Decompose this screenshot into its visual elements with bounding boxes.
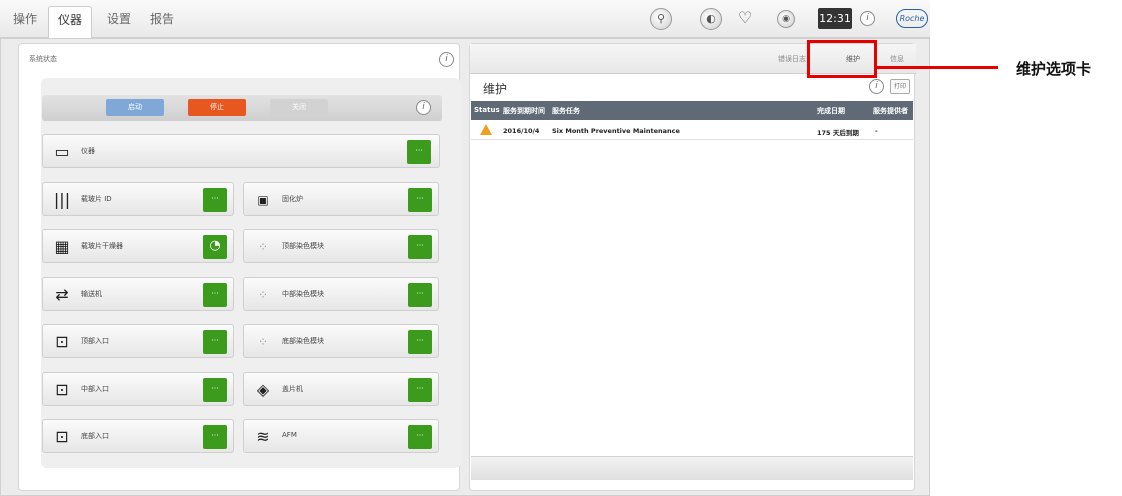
module-more-button[interactable]: ··· [408,425,432,449]
roche-logo: Roche [896,9,928,28]
clock-display: 12:31 [818,8,852,29]
info-icon[interactable]: i [869,79,884,94]
tile-label: 载玻片 ID [81,195,112,203]
tile-label: 底部入口 [81,432,109,440]
maintenance-tab-highlight [807,40,877,78]
col-completed[interactable]: 完成日期 [817,106,845,116]
tile-label: 顶部染色模块 [282,242,324,250]
table-header: Status 服务到期时间 服务任务 完成日期 服务提供者 [471,101,913,120]
cell-completed: 175 天后到期 [817,129,859,137]
module-more-button[interactable]: ··· [408,330,432,354]
warning-icon [480,124,492,135]
waves-icon: ≋ [256,427,270,446]
module-tile-bottom-stainer[interactable]: ⁘ 底部染色模块 ··· [243,324,439,358]
module-tile-oven[interactable]: ▣ 固化炉 ··· [243,182,439,216]
barcode-icon: ||| [53,190,71,209]
module-more-button[interactable]: ··· [203,283,227,307]
module-tile-top-inlet[interactable]: ⊡ 顶部入口 ··· [42,324,234,358]
start-button[interactable]: 启动 [106,99,164,116]
module-tile-conveyor[interactable]: ⇄ 输送机 ··· [42,277,234,311]
callout-label: 维护选项卡 [1016,60,1092,78]
layers-icon: ◈ [256,380,270,399]
globe-icon[interactable]: ◐ [700,8,722,30]
module-tile-slide-id[interactable]: ||| 载玻片 ID ··· [42,182,234,216]
stain-icon: ⁘ [257,288,269,302]
oven-icon: ▣ [257,193,269,207]
dryer-icon: ▦ [54,237,70,256]
tab-instrument[interactable]: 仪器 [48,6,92,38]
print-button[interactable]: 打印 [890,79,910,94]
module-more-button[interactable]: ··· [203,188,227,212]
table-row[interactable]: 2016/10/4 Six Month Preventive Maintenan… [471,121,913,140]
tile-label: 盖片机 [282,385,303,393]
tile-label: 底部染色模块 [282,337,324,345]
tab-error-log[interactable]: 错误日志 [778,54,806,64]
inlet-icon: ⊡ [55,427,69,446]
module-more-button[interactable]: ··· [408,235,432,259]
module-timer-button[interactable]: ◔ [203,235,227,259]
tile-label: 顶部入口 [81,337,109,345]
instrument-tile[interactable]: ▭ 仪器 ··· [42,134,440,168]
panel-title: 系统状态 [29,55,57,63]
col-provider[interactable]: 服务提供者 [873,106,908,116]
tile-label: 中部入口 [81,385,109,393]
stop-button[interactable]: 停止 [188,99,246,116]
col-due-time[interactable]: 服务到期时间 [503,106,545,116]
top-menu-bar: 操作 仪器 设置 报告 ⚲ ◐ ♡ ◉ 12:31 i Roche [0,0,930,38]
app-window: 操作 仪器 设置 报告 ⚲ ◐ ♡ ◉ 12:31 i Roche 系统状态 i… [0,0,1122,496]
cell-due-time: 2016/10/4 [503,127,540,135]
tab-info[interactable]: 信息 [890,54,904,64]
callout-line [877,66,998,69]
info-icon[interactable]: i [439,52,454,67]
col-task[interactable]: 服务任务 [552,106,580,116]
tile-label: 中部染色模块 [282,290,324,298]
info-icon[interactable]: i [416,100,431,115]
module-tile-slide-dryer[interactable]: ▦ 载玻片干燥器 ◔ [42,229,234,263]
heart-icon[interactable]: ♡ [734,8,756,30]
inlet-icon: ⊡ [55,380,69,399]
instrument-more-button[interactable]: ··· [407,140,431,164]
tile-label: 载玻片干燥器 [81,242,123,250]
tab-operation[interactable]: 操作 [10,6,40,32]
module-more-button[interactable]: ··· [408,188,432,212]
module-more-button[interactable]: ··· [408,283,432,307]
shutdown-button[interactable]: 关闭 [270,99,328,116]
module-more-button[interactable]: ··· [408,378,432,402]
stain-icon: ⁘ [257,240,269,254]
stain-icon: ⁘ [257,335,269,349]
control-bar: 启动 停止 关闭 i [42,95,442,121]
cell-provider: - [875,127,878,135]
instrument-icon: ▭ [54,142,70,161]
module-tile-afm[interactable]: ≋ AFM ··· [243,419,439,453]
module-tile-coverslipper[interactable]: ◈ 盖片机 ··· [243,372,439,406]
tile-label: AFM [282,431,297,439]
panel-footer [471,456,913,480]
tab-reports[interactable]: 报告 [147,6,177,32]
module-tile-middle-inlet[interactable]: ⊡ 中部入口 ··· [42,372,234,406]
col-status[interactable]: Status [474,106,500,114]
module-tile-top-stainer[interactable]: ⁘ 顶部染色模块 ··· [243,229,439,263]
wrench-icon[interactable]: ⚲ [650,8,672,30]
module-more-button[interactable]: ··· [203,425,227,449]
module-more-button[interactable]: ··· [203,330,227,354]
tile-label: 固化炉 [282,195,303,203]
module-more-button[interactable]: ··· [203,378,227,402]
conveyor-icon: ⇄ [55,285,69,304]
info-icon[interactable]: i [860,11,875,26]
cell-task: Six Month Preventive Maintenance [552,127,680,135]
module-tile-bottom-inlet[interactable]: ⊡ 底部入口 ··· [42,419,234,453]
inlet-icon: ⊡ [55,332,69,351]
target-icon[interactable]: ◉ [777,10,795,28]
tile-label: 仪器 [81,147,95,155]
module-tile-middle-stainer[interactable]: ⁘ 中部染色模块 ··· [243,277,439,311]
section-heading: 维护 [483,82,508,96]
tile-label: 输送机 [81,290,102,298]
tab-settings[interactable]: 设置 [104,6,134,32]
